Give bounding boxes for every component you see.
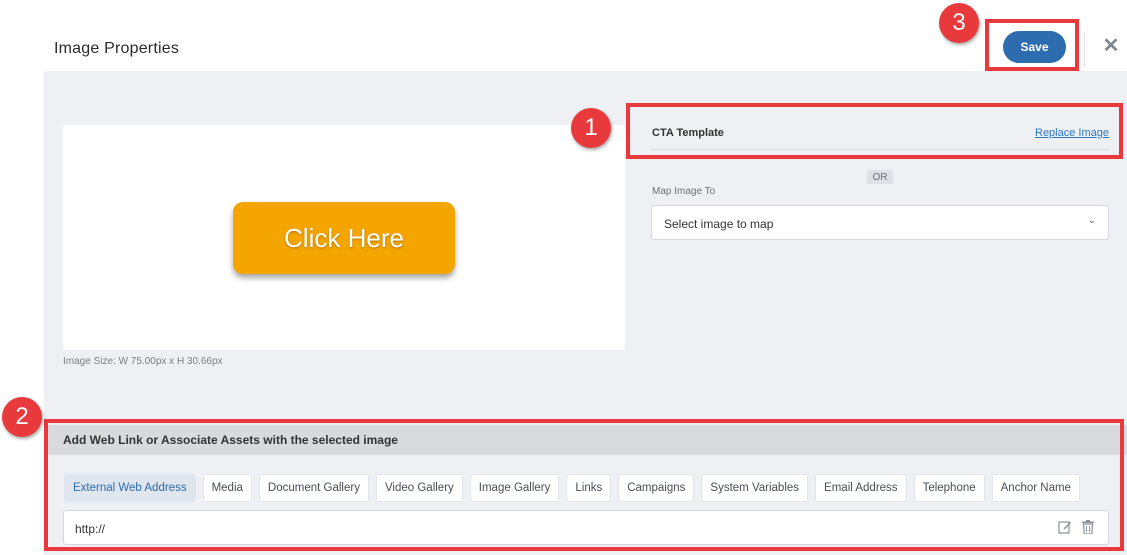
tab-video-gallery[interactable]: Video Gallery	[375, 474, 463, 502]
tab-media[interactable]: Media	[202, 474, 252, 502]
replace-image-link[interactable]: Replace Image	[1035, 127, 1109, 139]
edit-icon[interactable]	[1058, 520, 1072, 534]
tab-external-web-address[interactable]: External Web Address	[64, 474, 196, 502]
header-divider	[1084, 32, 1085, 66]
tab-campaigns[interactable]: Campaigns	[618, 474, 695, 502]
chevron-down-icon: ⌄	[1087, 215, 1096, 226]
web-address-value: http://	[75, 522, 106, 536]
map-image-select[interactable]: Select image to map ⌄	[651, 205, 1109, 240]
web-address-input[interactable]: http://	[63, 510, 1109, 545]
tab-links[interactable]: Links	[566, 474, 612, 502]
trash-icon[interactable]	[1082, 520, 1094, 534]
annotation-marker-3: 3	[939, 3, 979, 43]
map-select-value: Select image to map	[664, 217, 774, 231]
annotation-marker-1: 1	[571, 108, 611, 148]
tab-document-gallery[interactable]: Document Gallery	[258, 474, 369, 502]
template-name: CTA Template	[652, 127, 724, 139]
tab-system-variables[interactable]: System Variables	[701, 474, 809, 502]
save-button[interactable]: Save	[1003, 31, 1066, 63]
cta-image: Click Here	[233, 202, 455, 274]
map-image-label: Map Image To	[652, 186, 716, 197]
tab-email-address[interactable]: Email Address	[815, 474, 907, 502]
annotation-marker-2: 2	[2, 397, 42, 437]
tab-image-gallery[interactable]: Image Gallery	[469, 474, 560, 502]
link-type-tabs: External Web Address Media Document Galler…	[64, 474, 1080, 502]
or-separator: OR	[867, 170, 893, 184]
associate-section-header: Add Web Link or Associate Assets with th…	[44, 425, 1127, 455]
associate-section-title: Add Web Link or Associate Assets with th…	[63, 433, 398, 447]
dialog-title: Image Properties	[54, 40, 180, 57]
image-size-text: Image Size: W 75.00px x H 30.66px	[63, 356, 223, 367]
tab-telephone[interactable]: Telephone	[913, 474, 985, 502]
image-properties-dialog: Image Properties Save ✕ Click Here Image…	[0, 0, 1127, 555]
close-icon[interactable]: ✕	[1100, 34, 1122, 57]
tab-anchor-name[interactable]: Anchor Name	[991, 474, 1080, 502]
template-row: CTA Template Replace Image	[651, 116, 1109, 150]
